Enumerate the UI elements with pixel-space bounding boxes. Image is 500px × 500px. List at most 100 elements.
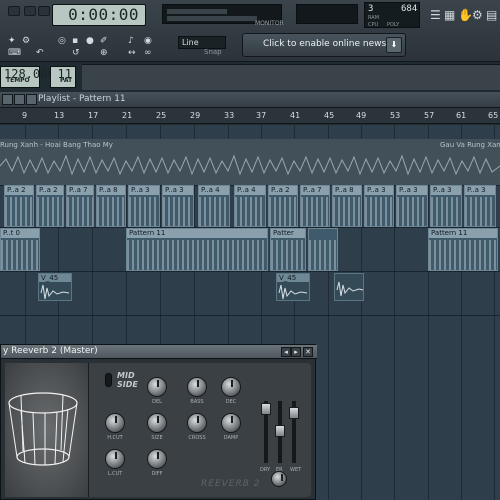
plugin-titlebar[interactable]: y Reeverb 2 (Master) ◂ ▸ ✕ — [1, 345, 317, 359]
bar-number: 13 — [54, 111, 65, 120]
size-knob[interactable] — [147, 413, 167, 433]
delay-knob[interactable] — [147, 377, 167, 397]
cpu-ram-panel: 3 684 RAM CPU POLY — [364, 2, 420, 28]
bar-number: 25 — [156, 111, 167, 120]
playlist-header: Playlist - Pattern 11 — [0, 92, 500, 108]
pattern-clip[interactable]: P..a 3 — [396, 185, 428, 227]
pattern-clip[interactable]: P..a 7 — [66, 185, 94, 227]
mid-side-label: MID SIDE — [117, 371, 138, 389]
stereo-sep-knob[interactable] — [271, 471, 287, 487]
countdown-icon[interactable]: ↶ — [36, 48, 44, 58]
pattern-clip[interactable]: P..a 3 — [162, 185, 194, 227]
undo-icon[interactable]: ↺ — [72, 48, 80, 58]
master-volume-slider[interactable] — [296, 4, 358, 24]
pattern-clip[interactable]: P..a 3 — [430, 185, 462, 227]
pattern-clip[interactable]: Pattern 11 — [126, 228, 268, 271]
pattern-clip[interactable]: P..a 4 — [234, 185, 266, 227]
playlist-icon[interactable]: ☰ — [430, 8, 441, 22]
bar-number: 29 — [190, 111, 201, 120]
typing-keyboard-icon[interactable]: ⌨ — [8, 48, 21, 58]
ram-label: RAM — [368, 15, 380, 21]
decay-knob[interactable] — [221, 377, 241, 397]
channel-rack-icon[interactable]: ✋ — [458, 8, 473, 22]
pattern-clip[interactable]: P..a 3 — [464, 185, 496, 227]
dry-fader-handle[interactable] — [261, 403, 271, 415]
sample-clip[interactable] — [334, 273, 364, 301]
pattern-label: PAT — [60, 77, 73, 84]
play-button[interactable] — [8, 6, 20, 16]
bar-number: 37 — [256, 111, 267, 120]
bar-number: 65 — [488, 111, 499, 120]
ram-value: 684 — [401, 4, 418, 14]
cross-knob[interactable] — [187, 413, 207, 433]
knob-label: DAMP — [223, 435, 239, 441]
reeverb-plugin-window[interactable]: y Reeverb 2 (Master) ◂ ▸ ✕ MIDSIDE DEL — [0, 344, 317, 500]
pattern-clip[interactable]: P..a 3 — [128, 185, 160, 227]
snap-mode-icon[interactable] — [14, 94, 25, 105]
close-icon[interactable]: ✕ — [303, 347, 313, 357]
stop-button[interactable] — [24, 6, 36, 16]
wait-icon[interactable]: ⚙ — [22, 36, 30, 46]
loop-record-icon[interactable]: ● — [86, 36, 94, 46]
sample-clip[interactable]: V_45 — [38, 273, 72, 301]
damp-knob[interactable] — [221, 413, 241, 433]
online-news-panel[interactable]: Click to enable online news ⬇ — [242, 33, 406, 57]
record-button[interactable] — [38, 6, 50, 16]
wet-fader-handle[interactable] — [289, 407, 299, 419]
pattern-clip[interactable]: P..a 8 — [96, 185, 126, 227]
bar-number: 49 — [356, 111, 367, 120]
low-cut-knob[interactable] — [105, 449, 125, 469]
step-edit-icon[interactable]: ▪ — [72, 36, 78, 46]
pattern-clip[interactable]: P..a 2 — [268, 185, 298, 227]
pattern-clip[interactable]: Pattern 11 — [428, 228, 498, 271]
waveform — [0, 154, 500, 176]
pattern-clip[interactable]: P..a 7 — [300, 185, 330, 227]
pattern-mode-icon[interactable]: ↔ — [128, 48, 136, 58]
mid-side-toggle[interactable] — [105, 373, 112, 387]
pattern-clip[interactable]: P..a 3 — [364, 185, 394, 227]
knob-label: DIFF — [151, 471, 163, 477]
diffusion-knob[interactable] — [147, 449, 167, 469]
pattern-clip[interactable]: P..a 8 — [332, 185, 362, 227]
tools-icon[interactable]: ✐ — [100, 36, 108, 46]
audio-clip-label: Rung Xanh - Hoai Bang Thao My — [0, 141, 113, 149]
snap-label: Snap — [204, 48, 222, 56]
pattern-clip[interactable] — [308, 228, 338, 271]
pattern-clip[interactable]: P..a 2 — [4, 185, 34, 227]
tempo-label: TEMPO — [6, 77, 30, 84]
pattern-clip[interactable]: P..t 0 — [0, 228, 40, 271]
download-icon[interactable]: ⬇ — [386, 37, 402, 53]
link-icon[interactable]: ∞ — [144, 48, 152, 58]
bar-number: 33 — [224, 111, 235, 120]
poly-label: POLY — [387, 22, 400, 28]
metronome-icon[interactable]: ✦ — [8, 36, 16, 46]
audio-clip[interactable]: Rung Xanh - Hoai Bang Thao My Gau Va Run… — [0, 139, 500, 185]
pattern-clip[interactable]: P..a 2 — [36, 185, 64, 227]
view-icon[interactable]: ◉ — [144, 36, 152, 46]
bar-number: 17 — [88, 111, 99, 120]
blend-icon[interactable]: ◎ — [58, 36, 66, 46]
timeline-ruler[interactable]: 9 13 17 21 25 29 33 37 41 45 49 53 57 61… — [0, 108, 500, 124]
high-cut-knob[interactable] — [105, 413, 125, 433]
sample-clip[interactable]: V_45 — [276, 273, 310, 301]
pattern-clip[interactable]: Patter — [270, 228, 306, 271]
bass-knob[interactable] — [187, 377, 207, 397]
knob-label: SIZE — [151, 435, 163, 441]
bar-number: 57 — [424, 111, 435, 120]
plugin-brand: REEVERB 2 — [201, 479, 261, 489]
next-preset-icon[interactable]: ▸ — [291, 347, 301, 357]
mixer-icon[interactable]: ⚙ — [472, 8, 483, 22]
play-arrow-icon[interactable] — [26, 94, 37, 105]
bar-number: 53 — [390, 111, 401, 120]
browser-icon[interactable]: ▤ — [486, 8, 497, 22]
prev-preset-icon[interactable]: ◂ — [281, 347, 291, 357]
pattern-clip[interactable]: P..a 4 — [198, 185, 230, 227]
knob-label: H.CUT — [107, 435, 123, 441]
er-fader-handle[interactable] — [275, 425, 285, 437]
score-icon[interactable]: ♪ — [128, 36, 134, 46]
shortcut-icons: ☰ ▦ ✋ ⚙ ▤ — [428, 2, 500, 30]
snap-icon[interactable]: ⊕ — [100, 48, 108, 58]
piano-roll-icon[interactable]: ▦ — [444, 8, 455, 22]
menu-icon[interactable] — [2, 94, 13, 105]
cpu-label: CPU — [368, 22, 379, 28]
